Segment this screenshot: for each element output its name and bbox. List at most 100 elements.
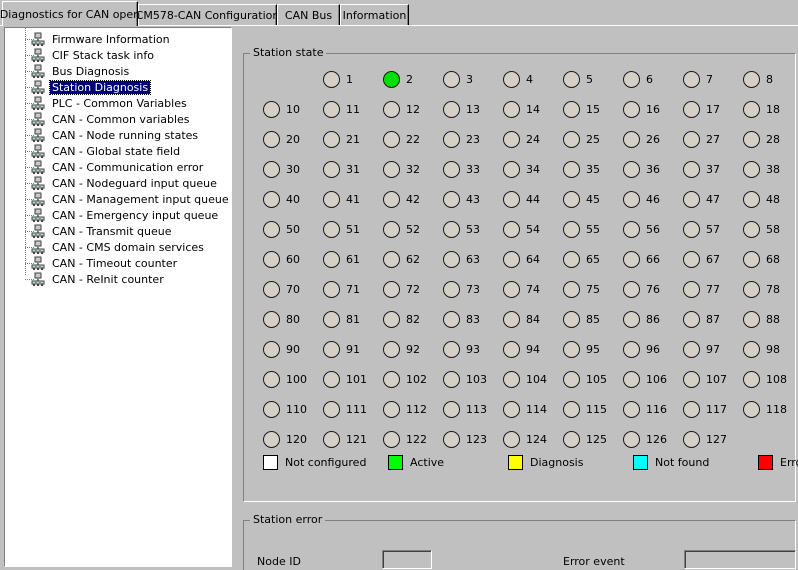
station-node-45[interactable]: 45: [563, 191, 619, 208]
tab-information[interactable]: Information: [340, 4, 409, 25]
station-node-84[interactable]: 84: [503, 311, 559, 328]
station-node-18[interactable]: 18: [743, 101, 798, 118]
tree-item-can-nodeguard-input-queue[interactable]: CAN - Nodeguard input queue: [5, 175, 231, 191]
station-node-68[interactable]: 68: [743, 251, 798, 268]
station-node-87[interactable]: 87: [683, 311, 739, 328]
station-node-114[interactable]: 114: [503, 401, 559, 418]
station-node-42[interactable]: 42: [383, 191, 439, 208]
station-node-116[interactable]: 116: [623, 401, 679, 418]
station-node-14[interactable]: 14: [503, 101, 559, 118]
station-node-26[interactable]: 26: [623, 131, 679, 148]
station-node-13[interactable]: 13: [443, 101, 499, 118]
station-node-124[interactable]: 124: [503, 431, 559, 448]
station-node-120[interactable]: 120: [263, 431, 319, 448]
station-node-35[interactable]: 35: [563, 161, 619, 178]
station-node-94[interactable]: 94: [503, 341, 559, 358]
station-node-31[interactable]: 31: [323, 161, 379, 178]
tree-item-can-node-running-states[interactable]: CAN - Node running states: [5, 127, 231, 143]
station-node-51[interactable]: 51: [323, 221, 379, 238]
station-node-92[interactable]: 92: [383, 341, 439, 358]
station-node-95[interactable]: 95: [563, 341, 619, 358]
station-node-101[interactable]: 101: [323, 371, 379, 388]
station-node-85[interactable]: 85: [563, 311, 619, 328]
station-node-105[interactable]: 105: [563, 371, 619, 388]
station-node-44[interactable]: 44: [503, 191, 559, 208]
station-node-10[interactable]: 10: [263, 101, 319, 118]
station-node-33[interactable]: 33: [443, 161, 499, 178]
station-node-50[interactable]: 50: [263, 221, 319, 238]
tree-item-can-management-input-queue[interactable]: CAN - Management input queue: [5, 191, 231, 207]
station-node-76[interactable]: 76: [623, 281, 679, 298]
station-node-56[interactable]: 56: [623, 221, 679, 238]
station-node-55[interactable]: 55: [563, 221, 619, 238]
tree-item-bus-diagnosis[interactable]: Bus Diagnosis: [5, 63, 231, 79]
station-node-8[interactable]: 8: [743, 71, 798, 88]
station-node-91[interactable]: 91: [323, 341, 379, 358]
station-node-20[interactable]: 20: [263, 131, 319, 148]
station-node-11[interactable]: 11: [323, 101, 379, 118]
tree-item-cif-stack-task-info[interactable]: CIF Stack task info: [5, 47, 231, 63]
tab-can-bus[interactable]: CAN Bus: [277, 4, 340, 25]
station-node-65[interactable]: 65: [563, 251, 619, 268]
tree-item-can-common-variables[interactable]: CAN - Common variables: [5, 111, 231, 127]
station-node-37[interactable]: 37: [683, 161, 739, 178]
station-node-36[interactable]: 36: [623, 161, 679, 178]
station-node-118[interactable]: 118: [743, 401, 798, 418]
station-node-4[interactable]: 4: [503, 71, 559, 88]
station-node-41[interactable]: 41: [323, 191, 379, 208]
station-node-81[interactable]: 81: [323, 311, 379, 328]
tree-item-can-reinit-counter[interactable]: CAN - ReInit counter: [5, 271, 231, 287]
station-node-90[interactable]: 90: [263, 341, 319, 358]
station-node-54[interactable]: 54: [503, 221, 559, 238]
station-node-98[interactable]: 98: [743, 341, 798, 358]
station-node-82[interactable]: 82: [383, 311, 439, 328]
station-node-67[interactable]: 67: [683, 251, 739, 268]
node-id-field[interactable]: [382, 550, 432, 569]
station-node-7[interactable]: 7: [683, 71, 739, 88]
station-node-16[interactable]: 16: [623, 101, 679, 118]
station-node-28[interactable]: 28: [743, 131, 798, 148]
station-node-80[interactable]: 80: [263, 311, 319, 328]
tree-item-firmware-information[interactable]: Firmware Information: [5, 31, 231, 47]
station-node-23[interactable]: 23: [443, 131, 499, 148]
station-node-21[interactable]: 21: [323, 131, 379, 148]
station-node-103[interactable]: 103: [443, 371, 499, 388]
station-node-117[interactable]: 117: [683, 401, 739, 418]
station-node-112[interactable]: 112: [383, 401, 439, 418]
station-node-22[interactable]: 22: [383, 131, 439, 148]
station-node-74[interactable]: 74: [503, 281, 559, 298]
station-node-88[interactable]: 88: [743, 311, 798, 328]
station-node-46[interactable]: 46: [623, 191, 679, 208]
station-node-110[interactable]: 110: [263, 401, 319, 418]
station-node-102[interactable]: 102: [383, 371, 439, 388]
station-node-75[interactable]: 75: [563, 281, 619, 298]
station-node-71[interactable]: 71: [323, 281, 379, 298]
station-node-96[interactable]: 96: [623, 341, 679, 358]
station-node-38[interactable]: 38: [743, 161, 798, 178]
tab-cm578-can-configuration[interactable]: CM578-CAN Configuration: [136, 4, 279, 25]
station-node-72[interactable]: 72: [383, 281, 439, 298]
station-node-122[interactable]: 122: [383, 431, 439, 448]
tree-item-can-transmit-queue[interactable]: CAN - Transmit queue: [5, 223, 231, 239]
station-node-100[interactable]: 100: [263, 371, 319, 388]
station-node-78[interactable]: 78: [743, 281, 798, 298]
station-node-53[interactable]: 53: [443, 221, 499, 238]
station-node-126[interactable]: 126: [623, 431, 679, 448]
station-node-48[interactable]: 48: [743, 191, 798, 208]
station-node-60[interactable]: 60: [263, 251, 319, 268]
station-node-97[interactable]: 97: [683, 341, 739, 358]
navigation-tree-panel[interactable]: Firmware Information CIF Stack task info B…: [4, 27, 232, 567]
station-node-83[interactable]: 83: [443, 311, 499, 328]
tree-item-can-cms-domain-services[interactable]: CAN - CMS domain services: [5, 239, 231, 255]
tree-item-can-communication-error[interactable]: CAN - Communication error: [5, 159, 231, 175]
station-node-40[interactable]: 40: [263, 191, 319, 208]
station-node-107[interactable]: 107: [683, 371, 739, 388]
station-node-70[interactable]: 70: [263, 281, 319, 298]
station-node-66[interactable]: 66: [623, 251, 679, 268]
station-node-121[interactable]: 121: [323, 431, 379, 448]
station-node-115[interactable]: 115: [563, 401, 619, 418]
station-node-123[interactable]: 123: [443, 431, 499, 448]
station-node-5[interactable]: 5: [563, 71, 619, 88]
station-node-27[interactable]: 27: [683, 131, 739, 148]
station-node-93[interactable]: 93: [443, 341, 499, 358]
